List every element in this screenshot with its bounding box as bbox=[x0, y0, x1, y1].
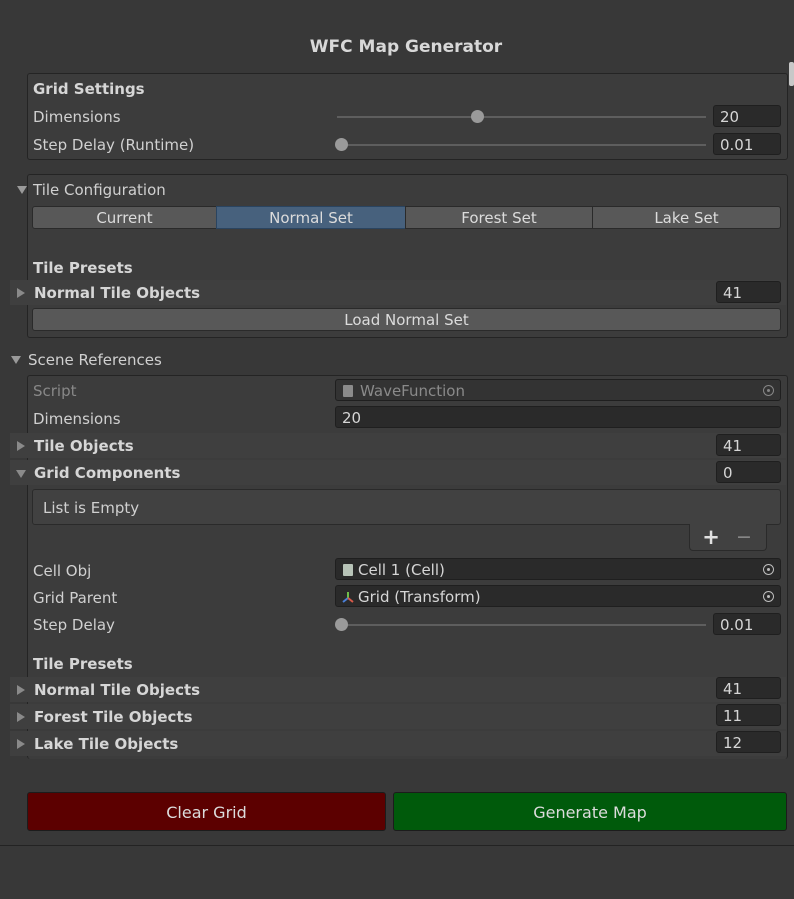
tile-objects-label[interactable]: Tile Objects bbox=[34, 437, 134, 455]
script-file-icon bbox=[343, 385, 353, 397]
tile-configuration-foldout-icon[interactable] bbox=[17, 186, 27, 194]
tile-configuration-header[interactable]: Tile Configuration bbox=[33, 181, 166, 199]
scene-dimensions-field[interactable]: 20 bbox=[335, 406, 781, 428]
preset-lake-count[interactable]: 12 bbox=[716, 731, 781, 753]
grid-parent-label: Grid Parent bbox=[33, 589, 118, 607]
load-normal-set-button[interactable]: Load Normal Set bbox=[32, 308, 781, 331]
cell-obj-picker-icon[interactable] bbox=[763, 564, 774, 575]
script-value: WaveFunction bbox=[360, 382, 465, 400]
dimensions-field[interactable]: 20 bbox=[713, 105, 781, 127]
tab-forest-set[interactable]: Forest Set bbox=[405, 206, 593, 229]
list-add-button[interactable]: + bbox=[702, 525, 720, 549]
normal-tile-objects-label[interactable]: Normal Tile Objects bbox=[34, 284, 200, 302]
grid-settings-header: Grid Settings bbox=[33, 80, 145, 98]
script-label: Script bbox=[33, 382, 77, 400]
scene-references-header[interactable]: Scene References bbox=[28, 351, 162, 369]
grid-parent-field[interactable]: Grid (Transform) bbox=[335, 585, 781, 607]
grid-parent-picker-icon[interactable] bbox=[763, 591, 774, 602]
preset-forest-label[interactable]: Forest Tile Objects bbox=[34, 708, 193, 726]
grid-components-label[interactable]: Grid Components bbox=[34, 464, 180, 482]
list-add-remove-footer bbox=[689, 524, 767, 551]
tab-lake-set[interactable]: Lake Set bbox=[592, 206, 781, 229]
tile-presets-header: Tile Presets bbox=[33, 259, 133, 277]
scene-references-foldout-icon[interactable] bbox=[11, 356, 21, 364]
scene-tile-presets-header: Tile Presets bbox=[33, 655, 133, 673]
tab-normal-set[interactable]: Normal Set bbox=[216, 206, 406, 229]
step-delay-label: Step Delay bbox=[33, 616, 115, 634]
preset-normal-label[interactable]: Normal Tile Objects bbox=[34, 681, 200, 699]
clear-grid-button[interactable]: Clear Grid bbox=[27, 792, 386, 831]
grid-parent-value: Grid (Transform) bbox=[358, 588, 481, 606]
grid-components-count[interactable]: 0 bbox=[716, 461, 781, 483]
step-delay-slider-thumb[interactable] bbox=[334, 618, 348, 631]
step-delay-runtime-slider-thumb[interactable] bbox=[334, 138, 348, 151]
preset-normal-foldout-icon[interactable] bbox=[17, 685, 25, 695]
preset-lake-label[interactable]: Lake Tile Objects bbox=[34, 735, 178, 753]
cell-script-icon bbox=[343, 564, 353, 576]
tile-objects-foldout-icon[interactable] bbox=[17, 441, 25, 451]
preset-lake-foldout-icon[interactable] bbox=[17, 739, 25, 749]
transform-icon bbox=[342, 592, 354, 603]
preset-forest-foldout-icon[interactable] bbox=[17, 712, 25, 722]
tab-current[interactable]: Current bbox=[32, 206, 217, 229]
step-delay-slider-track[interactable] bbox=[337, 624, 706, 626]
preset-forest-count[interactable]: 11 bbox=[716, 704, 781, 726]
normal-tile-objects-foldout-icon[interactable] bbox=[17, 288, 25, 298]
cell-obj-value: Cell 1 (Cell) bbox=[358, 561, 445, 579]
dimensions-slider-track[interactable] bbox=[337, 116, 706, 118]
list-remove-button[interactable]: − bbox=[736, 526, 752, 548]
grid-components-foldout-icon[interactable] bbox=[16, 470, 26, 478]
scene-dimensions-label: Dimensions bbox=[33, 410, 121, 428]
script-field: WaveFunction bbox=[335, 379, 781, 401]
cell-obj-label: Cell Obj bbox=[33, 562, 92, 580]
step-delay-field[interactable]: 0.01 bbox=[713, 613, 781, 635]
scrollbar[interactable] bbox=[789, 62, 794, 86]
cell-obj-field[interactable]: Cell 1 (Cell) bbox=[335, 558, 781, 580]
grid-components-list bbox=[32, 489, 781, 525]
dimensions-label: Dimensions bbox=[33, 108, 121, 126]
normal-tile-objects-count[interactable]: 41 bbox=[716, 281, 781, 303]
preset-normal-count[interactable]: 41 bbox=[716, 677, 781, 699]
script-picker-icon bbox=[763, 385, 774, 396]
list-empty-text: List is Empty bbox=[43, 499, 140, 517]
step-delay-runtime-field[interactable]: 0.01 bbox=[713, 133, 781, 155]
step-delay-runtime-slider-track[interactable] bbox=[337, 144, 706, 146]
step-delay-runtime-label: Step Delay (Runtime) bbox=[33, 136, 195, 154]
window-title: WFC Map Generator bbox=[309, 37, 503, 57]
generate-map-button[interactable]: Generate Map bbox=[393, 792, 787, 831]
tile-objects-count[interactable]: 41 bbox=[716, 434, 781, 456]
